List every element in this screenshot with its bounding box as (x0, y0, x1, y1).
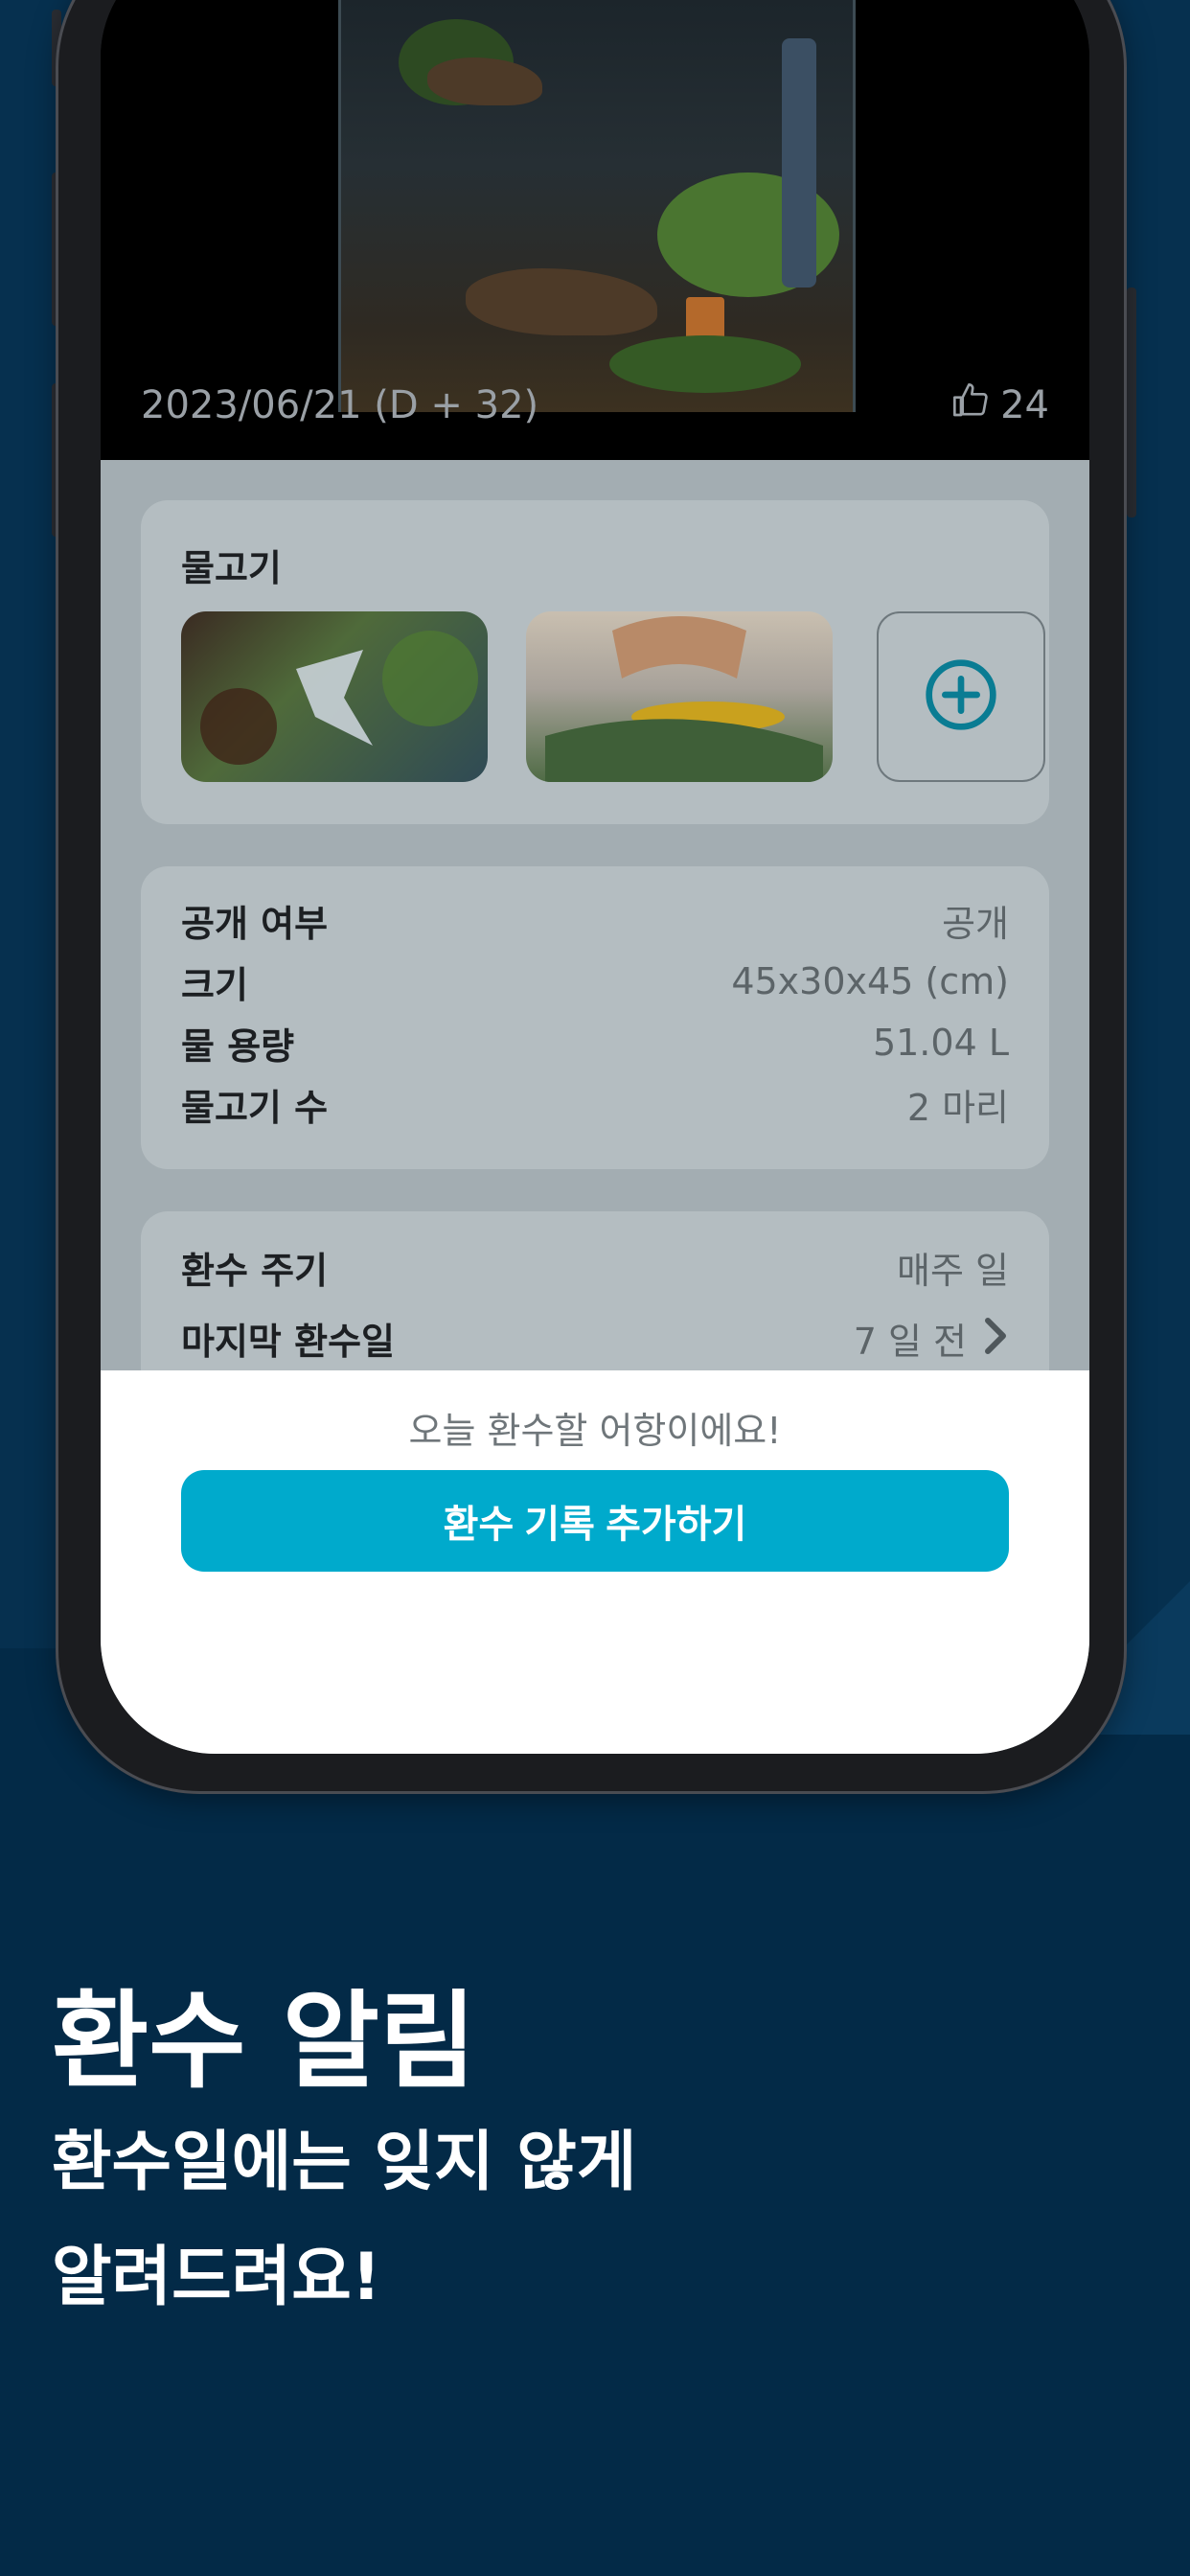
info-row-fish-count: 물고기 수 2 마리 (181, 1077, 1009, 1131)
phone-power-button (1127, 288, 1136, 518)
sheet-message: 오늘 환수할 어항이에요! (408, 1410, 782, 1452)
fish-card: 물고기 (141, 500, 1049, 824)
info-value: 2 마리 (906, 1086, 1009, 1129)
marketing-subline-1: 환수일에는 잊지 않게 (52, 2125, 637, 2200)
like-count: 24 (1000, 383, 1049, 427)
info-label: 물고기 수 (181, 1086, 329, 1129)
info-row-visibility: 공개 여부 공개 (181, 893, 1009, 947)
info-row-size: 크기 45x30x45 (cm) (181, 954, 1009, 1008)
marketing-headline: 환수 알림 (52, 1980, 477, 2103)
last-water-change-row[interactable]: 마지막 환수일 7 일 전 (181, 1311, 1009, 1365)
info-card: 공개 여부 공개 크기 45x30x45 (cm) 물 용량 51.04 L 물… (141, 866, 1049, 1169)
last-change-label: 마지막 환수일 (181, 1320, 395, 1363)
info-label: 크기 (181, 963, 248, 1006)
fish-section-title: 물고기 (181, 547, 282, 589)
thumbs-up-icon (950, 381, 991, 429)
fish-thumbnail-angelfish[interactable] (181, 611, 488, 782)
info-value: 51.04 L (872, 1022, 1009, 1064)
water-change-bottom-sheet: 오늘 환수할 어항이에요! 환수 기록 추가하기 (101, 1370, 1089, 1754)
add-fish-button[interactable] (877, 611, 1045, 782)
info-label: 공개 여부 (181, 902, 329, 945)
add-water-change-record-button[interactable]: 환수 기록 추가하기 (181, 1470, 1009, 1572)
like-button[interactable]: 24 (950, 381, 1049, 429)
water-change-cycle-row: 환수 주기 매주 일 (181, 1240, 1009, 1294)
info-value: 45x30x45 (cm) (731, 960, 1009, 1002)
phone-screen: 2023/06/21 (D + 32) 24 물고기 공개 여부 공개 크기 4… (101, 0, 1089, 1754)
plus-circle-icon (923, 656, 999, 737)
chevron-right-icon (982, 1317, 1009, 1359)
info-label: 물 용량 (181, 1024, 295, 1068)
cycle-value: 매주 일 (897, 1249, 1009, 1292)
cycle-label: 환수 주기 (181, 1249, 329, 1292)
info-row-volume: 물 용량 51.04 L (181, 1016, 1009, 1070)
info-value: 공개 (942, 902, 1009, 945)
last-change-value: 7 일 전 (853, 1320, 967, 1363)
aquarium-photo: 2023/06/21 (D + 32) 24 (101, 0, 1089, 460)
aquarium-tank-image (338, 0, 856, 412)
marketing-subline-2: 알려드려요! (52, 2240, 381, 2315)
fish-thumbnail-pleco[interactable] (526, 611, 833, 782)
aquarium-date: 2023/06/21 (D + 32) (141, 383, 539, 427)
